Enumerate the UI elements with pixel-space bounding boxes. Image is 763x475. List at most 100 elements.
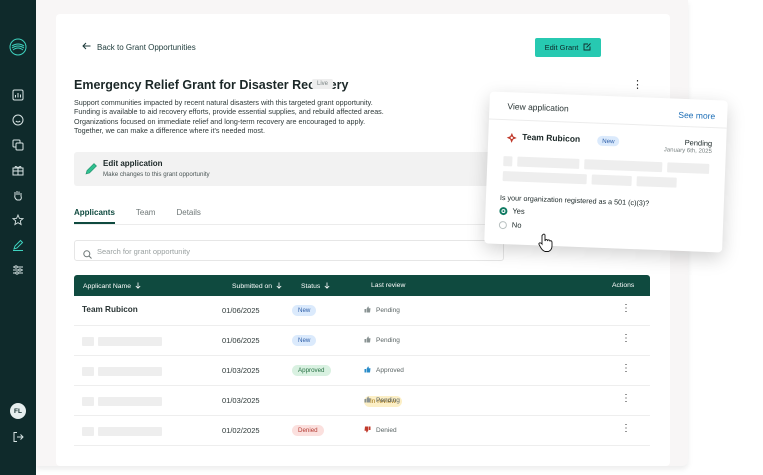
table-row[interactable]: 01/03/2025 Approved Approved ⋮: [74, 356, 650, 386]
column-header-actions: Actions: [612, 282, 635, 289]
app-window: FL Back to Grant Opportunities Edit Gran…: [0, 0, 763, 475]
status-badge: Live: [312, 79, 334, 89]
review-label: Pending: [376, 397, 400, 404]
table-row[interactable]: 01/06/2025 New Pending ⋮: [74, 326, 650, 356]
text-placeholder: [584, 159, 663, 173]
status-badge: New: [292, 305, 317, 316]
pencil-icon[interactable]: [10, 237, 26, 253]
avatar-placeholder: [82, 367, 94, 376]
name-placeholder: [98, 427, 162, 436]
radio-option-yes[interactable]: Yes: [499, 206, 525, 216]
back-link[interactable]: Back to Grant Opportunities: [82, 42, 196, 52]
text-placeholder: [667, 162, 710, 174]
arrow-down-icon: [276, 282, 282, 291]
tab-divider: [74, 224, 504, 225]
arrow-down-icon: [324, 282, 330, 291]
table-row[interactable]: Team Rubicon 01/06/2025 New Pending ⋮: [74, 296, 650, 326]
column-header-name[interactable]: Applicant Name: [83, 282, 141, 291]
application-status: Pending: [684, 138, 713, 149]
back-link-label: Back to Grant Opportunities: [97, 42, 196, 52]
radio-checked-icon[interactable]: [499, 206, 508, 215]
copy-icon[interactable]: [10, 137, 26, 153]
table-row[interactable]: 01/03/2025 In review Pending ⋮: [74, 386, 650, 416]
hand-icon[interactable]: [10, 187, 26, 203]
description-line: Together, we can make a difference where…: [74, 126, 266, 136]
text-placeholder: [517, 156, 580, 169]
dashboard-icon[interactable]: [10, 87, 26, 103]
grant-description: Support communities impacted by recent n…: [74, 98, 434, 136]
column-header-status[interactable]: Status: [301, 282, 330, 291]
review-label: Pending: [376, 337, 400, 344]
column-header-label: Status: [301, 283, 321, 290]
application-date: January 6th, 2025: [663, 147, 712, 156]
last-review: Pending: [364, 306, 400, 315]
status-badge: New: [292, 335, 317, 346]
table-header: Applicant Name Submitted on Status Last …: [74, 275, 650, 296]
star-icon[interactable]: [10, 212, 26, 228]
edit-grant-label: Edit Grant: [544, 43, 579, 52]
row-actions-icon[interactable]: ⋮: [621, 333, 631, 344]
last-review: Approved: [364, 366, 404, 375]
avatar[interactable]: FL: [10, 403, 26, 419]
row-actions-icon[interactable]: ⋮: [621, 303, 631, 314]
review-label: Denied: [376, 427, 397, 434]
column-header-label: Applicant Name: [83, 283, 131, 290]
description-line: Funding is available to aid recovery eff…: [74, 107, 384, 117]
row-actions-icon[interactable]: ⋮: [621, 393, 631, 404]
sliders-icon[interactable]: [10, 262, 26, 278]
avatar-placeholder: [82, 427, 94, 436]
description-line: Organizations focused on immediate relie…: [74, 116, 366, 126]
thumb-neutral-icon: [364, 336, 371, 345]
radio-unchecked-icon[interactable]: [498, 220, 508, 229]
search-input[interactable]: [97, 244, 477, 258]
pencil-icon: [84, 162, 98, 181]
thumb-up-icon: [364, 366, 371, 375]
more-options-icon[interactable]: ⋮: [632, 78, 643, 91]
last-review: Denied: [364, 426, 397, 435]
see-more-link[interactable]: See more: [678, 110, 715, 121]
column-header-submitted[interactable]: Submitted on: [232, 282, 282, 291]
radio-label: Yes: [512, 206, 525, 216]
arrow-down-icon: [135, 282, 141, 291]
last-review: Pending: [364, 396, 400, 405]
spiral-logo-icon[interactable]: [9, 38, 27, 56]
tab-details[interactable]: Details: [176, 208, 200, 224]
submitted-date: 01/06/2025: [222, 306, 260, 315]
thumb-neutral-icon: [364, 306, 371, 315]
edit-square-icon: [583, 42, 592, 53]
description-line: Support communities impacted by recent n…: [74, 98, 373, 107]
text-placeholder: [503, 156, 513, 167]
edit-grant-button[interactable]: Edit Grant: [535, 38, 601, 57]
name-placeholder: [98, 397, 162, 406]
text-placeholder: [502, 171, 587, 185]
sidebar: FL: [0, 0, 36, 475]
search-box: [74, 240, 504, 261]
thumb-down-icon: [364, 426, 371, 435]
submitted-date: 01/02/2025: [222, 426, 260, 435]
tab-team[interactable]: Team: [136, 208, 156, 224]
review-label: Approved: [376, 367, 404, 374]
team-name: Team Rubicon: [522, 131, 581, 144]
avatar-placeholder: [82, 337, 94, 346]
avatar-placeholder: [82, 397, 94, 406]
new-badge: New: [597, 135, 620, 147]
smile-icon[interactable]: [10, 112, 26, 128]
table-row[interactable]: 01/02/2025 Denied Denied ⋮: [74, 416, 650, 446]
name-placeholder: [98, 337, 162, 346]
arrow-left-icon: [82, 42, 91, 52]
row-actions-icon[interactable]: ⋮: [621, 423, 631, 434]
tab-applicants[interactable]: Applicants: [74, 208, 115, 224]
tab-bar: Applicants Team Details: [74, 208, 222, 224]
last-review: Pending: [364, 336, 400, 345]
status-badge: Denied: [292, 425, 324, 436]
gift-icon[interactable]: [10, 162, 26, 178]
edit-application-title: Edit application: [103, 159, 163, 168]
applicant-name: Team Rubicon: [82, 305, 138, 314]
text-placeholder: [636, 176, 677, 188]
row-actions-icon[interactable]: ⋮: [621, 363, 631, 374]
column-header-review[interactable]: Last review: [371, 282, 405, 289]
edit-application-card[interactable]: Edit application Make changes to this gr…: [74, 152, 514, 186]
submitted-date: 01/06/2025: [222, 336, 260, 345]
radio-option-no[interactable]: No: [498, 220, 522, 230]
logout-icon[interactable]: [10, 429, 26, 445]
